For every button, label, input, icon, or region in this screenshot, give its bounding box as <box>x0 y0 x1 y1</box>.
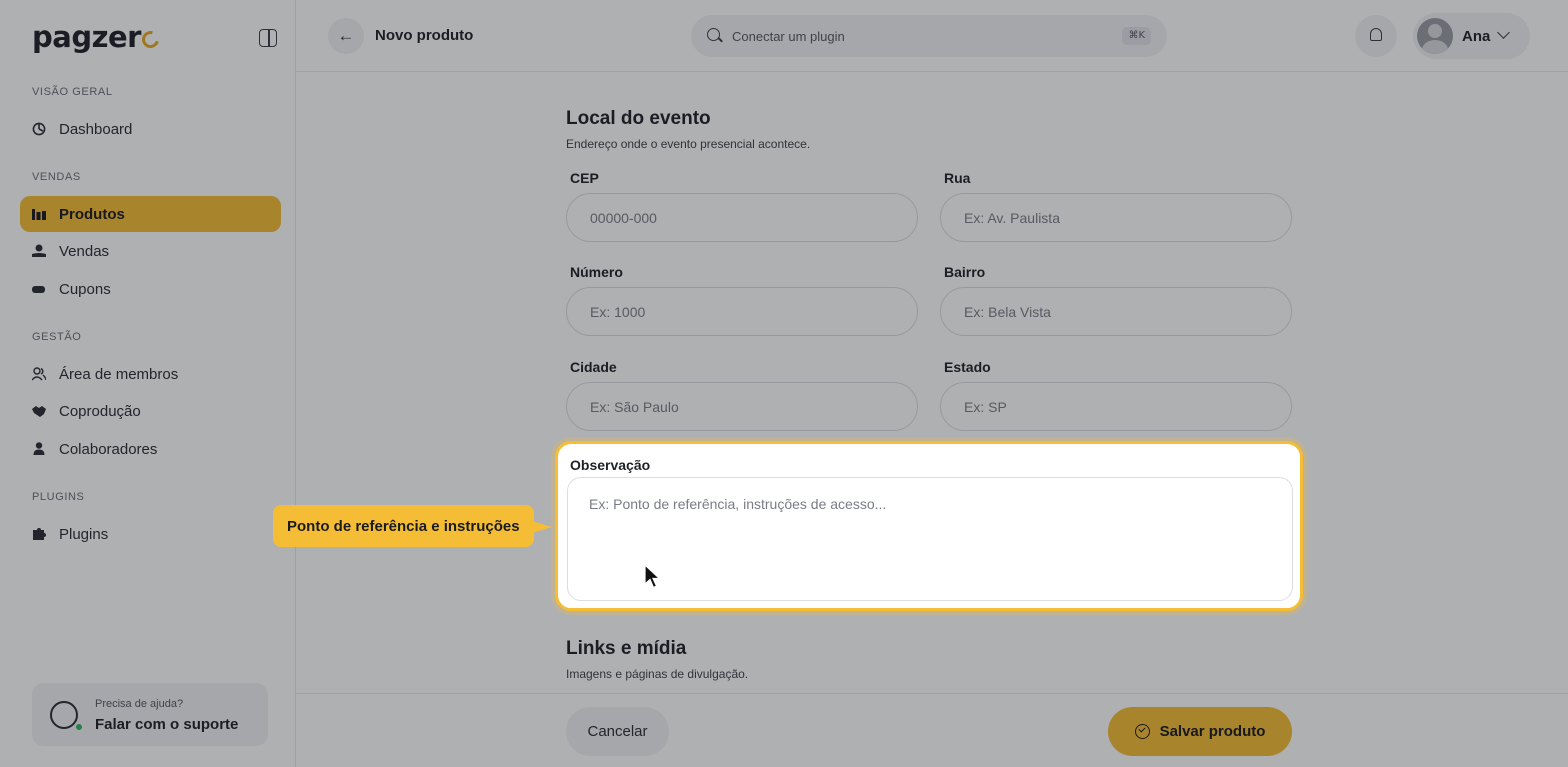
nav-section-plugins: PLUGINS <box>32 491 85 503</box>
rua-input[interactable] <box>964 208 1264 228</box>
estado-input[interactable] <box>964 397 1264 417</box>
search-input[interactable] <box>732 26 1092 46</box>
coupon-icon <box>32 286 45 293</box>
logo[interactable]: pagzer <box>32 20 163 54</box>
numero-label: Número <box>570 264 623 280</box>
support-card-action: Falar com o suporte <box>95 716 239 733</box>
logo-ring-icon <box>138 27 163 52</box>
sidebar-item-plugins[interactable]: Plugins <box>20 516 281 552</box>
sidebar-item-label: Cupons <box>59 280 111 298</box>
nav-section-management: GESTÃO <box>32 331 82 343</box>
avatar <box>1417 18 1453 54</box>
mouse-cursor-icon <box>644 564 662 589</box>
online-status-dot <box>75 723 83 731</box>
sidebar-item-label: Plugins <box>59 525 109 543</box>
cep-field[interactable] <box>566 193 918 242</box>
numero-field[interactable] <box>566 287 918 336</box>
rua-label: Rua <box>944 170 971 186</box>
estado-label: Estado <box>944 359 991 375</box>
support-card-title: Precisa de ajuda? <box>95 698 184 710</box>
user-icon <box>33 442 45 455</box>
section-title-location: Local do evento <box>566 108 711 129</box>
sidebar-item-coproduction[interactable]: Coprodução <box>20 393 281 429</box>
tour-tooltip-text: Ponto de referência e instruções <box>287 517 520 535</box>
sidebar-item-label: Coprodução <box>59 402 141 420</box>
rua-field[interactable] <box>940 193 1292 242</box>
back-button[interactable]: ← <box>328 18 364 54</box>
cidade-input[interactable] <box>590 397 890 417</box>
dashboard-icon <box>32 122 46 136</box>
cep-label: CEP <box>570 170 599 186</box>
members-icon <box>32 367 46 381</box>
estado-field[interactable] <box>940 382 1292 431</box>
sales-icon <box>32 244 46 257</box>
nav-section-overview: VISÃO GERAL <box>32 86 113 98</box>
cidade-label: Cidade <box>570 359 617 375</box>
arrow-left-icon: ← <box>337 26 355 45</box>
search-icon <box>707 28 720 41</box>
sidebar-item-products[interactable]: Produtos <box>20 196 281 232</box>
sidebar-item-label: Área de membros <box>59 365 179 383</box>
puzzle-icon <box>33 528 46 540</box>
sidebar-item-label: Colaboradores <box>59 440 158 458</box>
sidebar-item-label: Produtos <box>59 205 125 223</box>
tour-highlight-observacao: Observação <box>555 441 1303 611</box>
bell-icon <box>1370 28 1382 41</box>
section-subtitle-location: Endereço onde o evento presencial aconte… <box>566 137 811 151</box>
cidade-field[interactable] <box>566 382 918 431</box>
user-menu[interactable]: Ana <box>1413 13 1530 59</box>
numero-input[interactable] <box>590 302 890 322</box>
sidebar-item-coupons[interactable]: Cupons <box>20 271 281 307</box>
products-icon <box>32 209 46 220</box>
sidebar-item-label: Dashboard <box>59 120 133 138</box>
bairro-field[interactable] <box>940 287 1292 336</box>
nav-section-sales: VENDAS <box>32 171 81 183</box>
handshake-icon <box>32 406 46 417</box>
observacao-label: Observação <box>570 457 651 473</box>
cancel-button[interactable]: Cancelar <box>566 707 669 756</box>
sidebar-item-label: Vendas <box>59 242 110 260</box>
sidebar: pagzer VISÃO GERAL Dashboard VENDAS Prod… <box>0 0 296 767</box>
save-product-button[interactable]: Salvar produto <box>1108 707 1292 756</box>
plugin-search[interactable]: ⌘K <box>691 15 1167 57</box>
cep-input[interactable] <box>590 208 890 228</box>
sidebar-item-dashboard[interactable]: Dashboard <box>20 111 281 147</box>
chevron-down-icon <box>1497 26 1510 39</box>
sidebar-item-collaborators[interactable]: Colaboradores <box>20 431 281 467</box>
save-button-label: Salvar produto <box>1159 723 1266 740</box>
notifications-button[interactable] <box>1355 15 1397 57</box>
whatsapp-icon <box>50 701 78 729</box>
support-card[interactable]: Precisa de ajuda? Falar com o suporte <box>32 683 268 746</box>
sidebar-item-members[interactable]: Área de membros <box>20 356 281 392</box>
section-subtitle-media: Imagens e páginas de divulgação. <box>566 667 749 681</box>
user-name: Ana <box>1462 28 1491 45</box>
sidebar-toggle-icon[interactable] <box>259 29 277 47</box>
form-footer <box>296 693 1568 767</box>
page-title: Novo produto <box>375 27 474 44</box>
check-circle-icon <box>1134 724 1150 739</box>
bairro-label: Bairro <box>944 264 986 280</box>
tour-tooltip: Ponto de referência e instruções <box>273 505 552 547</box>
observacao-textarea[interactable] <box>567 477 1293 601</box>
topbar: ← Novo produto ⌘K Ana <box>296 0 1568 72</box>
shortcut-badge: ⌘K <box>1122 27 1151 45</box>
bairro-input[interactable] <box>964 302 1264 322</box>
sidebar-item-sales[interactable]: Vendas <box>20 233 281 269</box>
section-title-media: Links e mídia <box>566 638 687 659</box>
